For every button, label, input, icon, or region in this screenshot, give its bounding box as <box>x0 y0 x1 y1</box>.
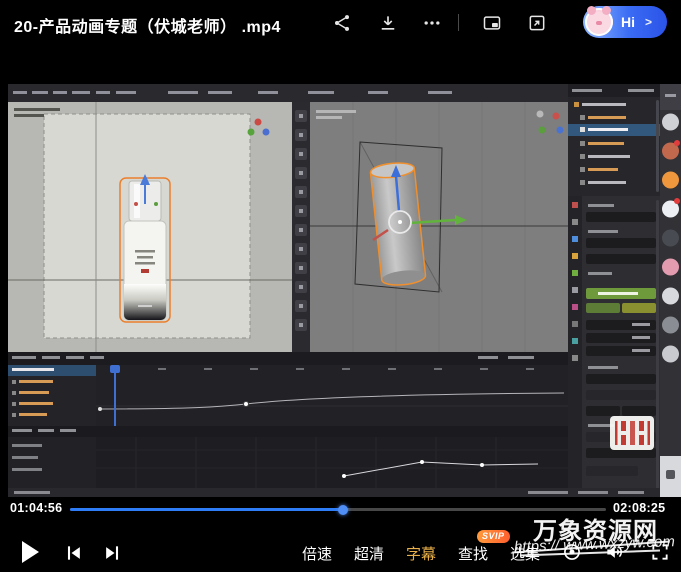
svip-badge: SVIP <box>477 530 510 543</box>
blender-screenshot <box>8 84 681 497</box>
chevron-right-icon: > <box>645 15 652 29</box>
titlebar-divider <box>458 14 459 31</box>
avatar-greeting: Hi <box>621 14 635 30</box>
seek-bar[interactable] <box>70 508 606 511</box>
avatar-pig-icon <box>585 8 613 36</box>
seek-handle[interactable] <box>338 505 348 515</box>
total-time: 02:08:25 <box>613 501 665 515</box>
fullscreen-icon[interactable] <box>650 542 670 562</box>
play-button[interactable] <box>22 541 39 563</box>
user-avatar-pill[interactable]: Hi > <box>583 6 667 38</box>
volume-icon[interactable] <box>604 542 624 562</box>
titlebar: 20-产品动画专题（伏城老师） .mp4 Hi > <box>0 0 681 46</box>
watermark-site: 万象资源网 <box>533 511 658 546</box>
search-button[interactable]: 查找 <box>458 543 488 564</box>
quality-button[interactable]: 超清 <box>354 543 384 564</box>
progress-fill <box>70 508 343 511</box>
subtitle-button[interactable]: 字幕 <box>406 543 436 564</box>
speed-button[interactable]: 倍速 <box>302 543 332 564</box>
current-time: 01:04:56 <box>10 501 62 515</box>
share-icon[interactable] <box>332 13 352 33</box>
video-frame[interactable] <box>8 84 681 497</box>
watermark-strike-line <box>520 550 660 556</box>
pip-icon[interactable] <box>482 13 502 33</box>
download-icon[interactable] <box>378 13 398 33</box>
next-button[interactable] <box>102 543 122 563</box>
previous-button[interactable] <box>64 543 84 563</box>
video-title: 20-产品动画专题（伏城老师） .mp4 <box>14 13 281 37</box>
float-window-icon[interactable] <box>527 13 547 33</box>
record-icon[interactable] <box>562 542 582 562</box>
more-icon[interactable] <box>422 13 442 33</box>
seal-logo <box>610 416 654 450</box>
playlist-button[interactable]: 选集 <box>510 543 540 564</box>
